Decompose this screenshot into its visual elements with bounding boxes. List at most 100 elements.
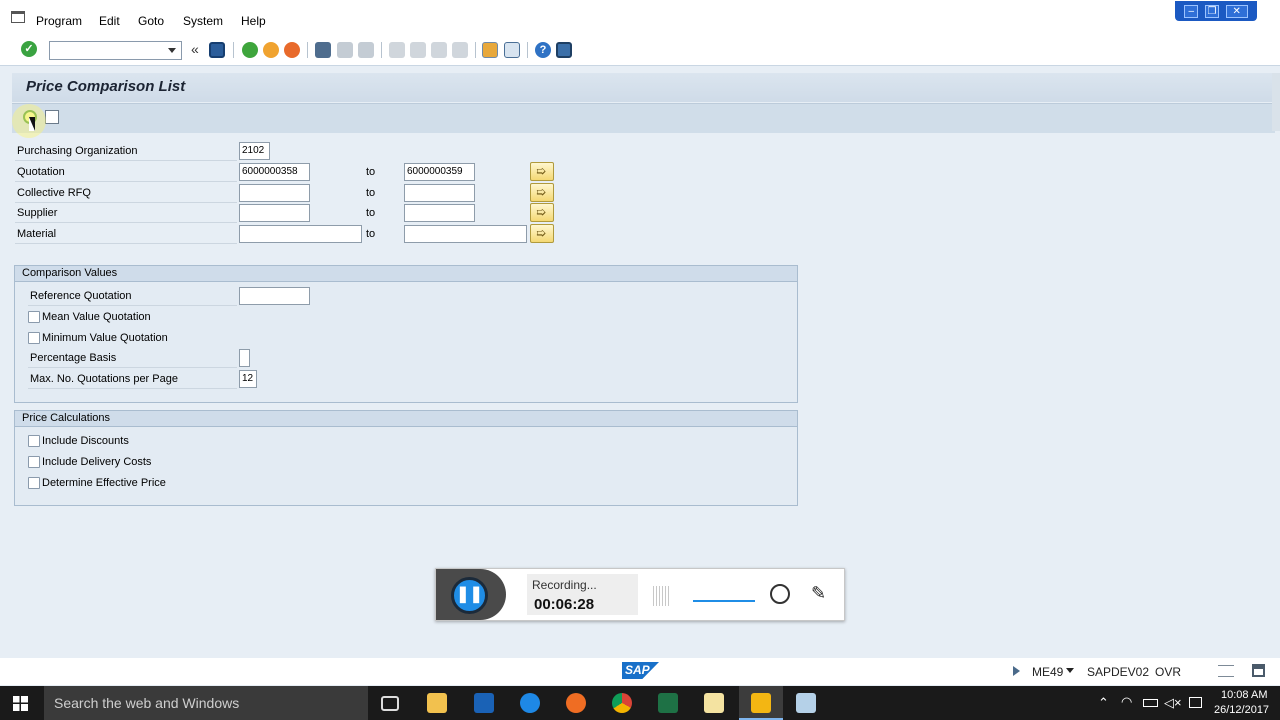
menu-system[interactable]: System (183, 14, 223, 28)
first-page-icon[interactable] (389, 42, 405, 58)
edge-icon[interactable] (520, 693, 540, 713)
firefox-icon[interactable] (566, 693, 586, 713)
task-view-icon[interactable] (381, 696, 399, 711)
purchasing-org-field[interactable]: 2102 (239, 142, 270, 160)
collective-rfq-from-field[interactable] (239, 184, 310, 202)
recording-timer: 00:06:28 (534, 596, 595, 613)
menu-edit[interactable]: Edit (99, 14, 120, 28)
mean-value-quotation-checkbox[interactable] (28, 311, 40, 323)
transaction-dropdown-icon[interactable] (1066, 668, 1074, 673)
sap-logon-icon[interactable] (751, 693, 771, 713)
title-bar (12, 73, 1275, 102)
lock-icon[interactable] (1252, 664, 1265, 677)
back-history-icon[interactable]: « (191, 41, 199, 57)
minimum-value-quotation-label: Minimum Value Quotation (42, 332, 168, 344)
back-icon[interactable] (242, 42, 258, 58)
find-icon[interactable] (337, 42, 353, 58)
folder-icon[interactable] (704, 693, 724, 713)
material-to-field[interactable] (404, 225, 527, 243)
percentage-basis-label: Percentage Basis (30, 352, 117, 364)
window-controls: – ❐ ✕ (1175, 1, 1257, 21)
close-icon[interactable]: ✕ (1225, 4, 1248, 18)
next-page-icon[interactable] (431, 42, 447, 58)
supplier-from-field[interactable] (239, 204, 310, 222)
menu-goto[interactable]: Goto (138, 14, 164, 28)
supplier-to-field[interactable] (404, 204, 475, 222)
notifications-icon[interactable] (1189, 697, 1202, 708)
transaction-code[interactable]: ME49 (1032, 665, 1063, 679)
max-quotations-field[interactable]: 12 (239, 370, 257, 388)
system-name: SAPDEV02 (1087, 665, 1150, 679)
quotation-from-field[interactable]: 6000000358 (239, 163, 310, 181)
pencil-icon[interactable]: ✎ (811, 583, 826, 604)
supplier-label: Supplier (17, 207, 58, 219)
check-icon[interactable]: ✓ (21, 41, 37, 57)
outlook-icon[interactable] (474, 693, 494, 713)
determine-effective-price-label: Determine Effective Price (42, 477, 166, 489)
insert-mode[interactable]: OVR (1155, 665, 1181, 679)
pause-button[interactable]: ❚❚ (451, 577, 488, 614)
include-delivery-costs-checkbox[interactable] (28, 456, 40, 468)
tray-expand-icon[interactable]: ⌃ (1098, 695, 1109, 711)
reference-quotation-label: Reference Quotation (30, 290, 132, 302)
restore-icon[interactable]: ❐ (1204, 4, 1219, 18)
scrollbar[interactable] (1272, 73, 1280, 131)
minimum-value-quotation-checkbox[interactable] (28, 332, 40, 344)
include-discounts-checkbox[interactable] (28, 435, 40, 447)
audio-level-icon (653, 586, 671, 606)
print-icon[interactable] (315, 42, 331, 58)
cancel-icon[interactable] (284, 42, 300, 58)
save-icon[interactable] (209, 42, 225, 58)
customize-layout-icon[interactable] (556, 42, 572, 58)
last-page-icon[interactable] (452, 42, 468, 58)
system-menu-icon[interactable] (11, 11, 25, 23)
determine-effective-price-checkbox[interactable] (28, 477, 40, 489)
taskbar-search-input[interactable]: Search the web and Windows (44, 686, 368, 720)
collective-rfq-to-field[interactable] (404, 184, 475, 202)
collective-rfq-multiple-selection-button[interactable] (530, 183, 554, 202)
max-quotations-label: Max. No. Quotations per Page (30, 373, 178, 385)
page-title: Price Comparison List (26, 78, 186, 95)
find-next-icon[interactable] (358, 42, 374, 58)
help-icon[interactable]: ? (535, 42, 551, 58)
mouse-cursor-icon (29, 117, 35, 131)
application-toolbar (12, 103, 1275, 133)
material-to-label: to (366, 228, 376, 240)
chevron-down-icon[interactable] (168, 48, 176, 53)
windows-start-icon[interactable] (13, 696, 28, 711)
material-from-field[interactable] (239, 225, 362, 243)
recording-status-text: Recording... (532, 578, 597, 592)
volume-slider[interactable] (693, 600, 755, 602)
screen-recorder-widget: ❚❚ Recording... 00:06:28 ✎ (435, 568, 845, 621)
sap-gui-icon[interactable] (796, 693, 816, 713)
recording-status: Recording... 00:06:28 (527, 574, 638, 615)
material-multiple-selection-button[interactable] (530, 224, 554, 243)
status-expand-icon[interactable] (1013, 666, 1020, 676)
volume-icon[interactable]: ◁× (1164, 695, 1182, 711)
status-settings-icon[interactable] (1218, 665, 1234, 677)
file-explorer-icon[interactable] (427, 693, 447, 713)
menu-help[interactable]: Help (241, 14, 266, 28)
quotation-label: Quotation (17, 166, 65, 178)
exit-icon[interactable] (263, 42, 279, 58)
command-field[interactable] (49, 41, 182, 60)
quotation-to-field[interactable]: 6000000359 (404, 163, 475, 181)
excel-icon[interactable] (658, 693, 678, 713)
material-label: Material (17, 228, 57, 240)
chrome-icon[interactable] (612, 693, 632, 713)
quotation-multiple-selection-button[interactable] (530, 162, 554, 181)
wifi-icon[interactable]: ◠ (1121, 694, 1132, 710)
create-session-icon[interactable] (482, 42, 498, 58)
reference-quotation-field[interactable] (239, 287, 310, 305)
percentage-basis-field[interactable] (239, 349, 250, 367)
include-delivery-costs-label: Include Delivery Costs (42, 456, 152, 468)
shortcut-icon[interactable] (504, 42, 520, 58)
battery-icon[interactable] (1143, 699, 1158, 707)
webcam-icon[interactable] (770, 584, 790, 604)
previous-page-icon[interactable] (410, 42, 426, 58)
menu-program[interactable]: Program (36, 14, 82, 28)
quotation-to-label: to (366, 166, 376, 178)
supplier-multiple-selection-button[interactable] (530, 203, 554, 222)
get-variant-icon[interactable] (45, 110, 59, 124)
minimize-icon[interactable]: – (1184, 4, 1199, 18)
